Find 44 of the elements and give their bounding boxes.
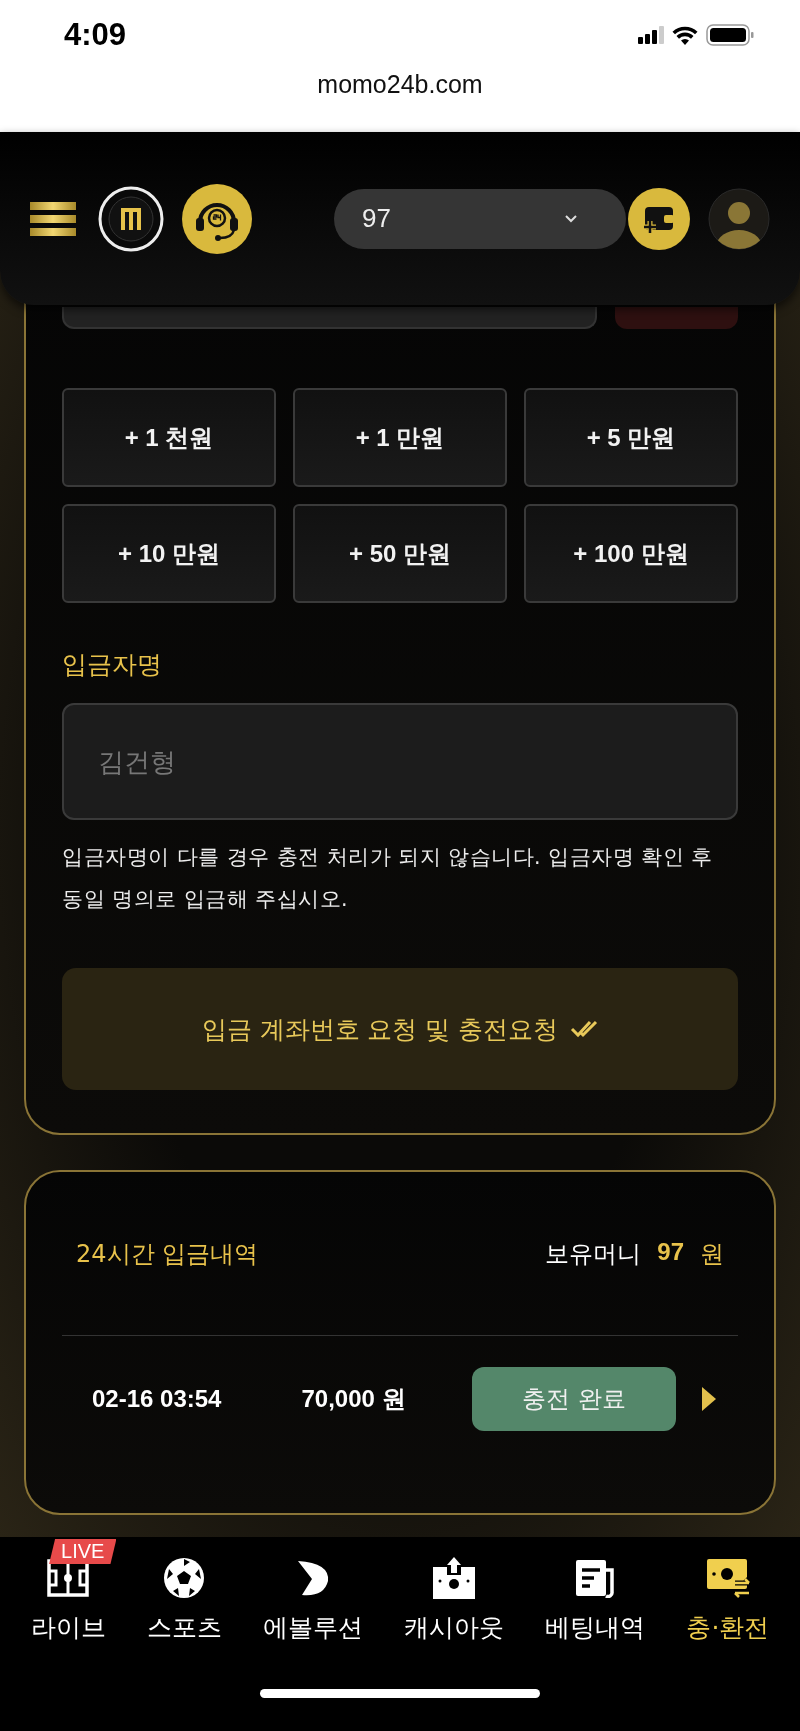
wallet-plus-icon[interactable] [628, 187, 690, 250]
signal-icon [638, 26, 664, 44]
amount-chip[interactable]: + 1 천원 [62, 388, 276, 487]
depositor-name-field[interactable]: 김건형 [62, 703, 738, 820]
depositor-label: 입금자명 [62, 649, 163, 681]
nav-tab[interactable]: LIVE 라이브 [22, 1537, 114, 1679]
logo-icon[interactable] [98, 185, 164, 252]
battery-icon [706, 24, 754, 46]
notice-text: 입금자명이 다를 경우 충전 처리가 되지 않습니다. 입금자명 확인 후 동일 명의로 입금해 주십시오. [62, 844, 714, 913]
nav-tab[interactable]: 캐시아웃 [396, 1537, 513, 1679]
avatar-icon[interactable] [708, 187, 770, 250]
chevron-down-icon [564, 214, 578, 223]
nav-tab[interactable]: 에볼루션 [254, 1537, 371, 1679]
headset-icon[interactable] [182, 183, 252, 254]
play-arrow-icon[interactable] [702, 1387, 716, 1411]
cash-out-icon [431, 1557, 478, 1599]
deposit-time: 02-16 03:54 [92, 1385, 222, 1413]
amount-chip[interactable]: + 5 만원 [524, 388, 738, 487]
soccer-ball-icon [163, 1557, 206, 1599]
document-icon [574, 1558, 617, 1598]
url-text[interactable]: momo24b.com [317, 70, 483, 99]
nav-tab[interactable]: 충·환전 [678, 1537, 778, 1679]
amount-field[interactable] [62, 307, 597, 329]
amount-chip[interactable]: + 1 만원 [293, 388, 507, 487]
history-title: 24시간 입금내역 [76, 1238, 259, 1270]
deposit-amount: 70,000 원 [301, 1384, 406, 1414]
nav-tab[interactable]: 베팅내역 [537, 1537, 654, 1679]
field-icon [47, 1559, 90, 1597]
amount-chip[interactable]: + 10 만원 [62, 504, 276, 603]
balance-unit: 원 [700, 1238, 724, 1270]
balance-selector[interactable]: 97 [334, 188, 626, 249]
deposit-request-button[interactable]: 입금 계좌번호 요청 및 충전요청 [62, 968, 738, 1090]
nav-tab[interactable]: 스포츠 [138, 1537, 230, 1679]
pac-shape-icon [295, 1559, 330, 1597]
balance-label: 보유머니 [545, 1238, 642, 1270]
exchange-icon [704, 1557, 751, 1599]
double-check-icon [570, 1019, 599, 1039]
status-time: 4:09 [64, 17, 127, 53]
status-badge: 충전 완료 [472, 1367, 676, 1431]
balance-amount: 97 [657, 1237, 684, 1267]
amount-chip[interactable]: + 50 만원 [293, 504, 507, 603]
amount-chip[interactable]: + 100 만원 [524, 504, 738, 603]
live-badge: LIVE [49, 1539, 117, 1564]
wifi-icon [672, 25, 698, 45]
